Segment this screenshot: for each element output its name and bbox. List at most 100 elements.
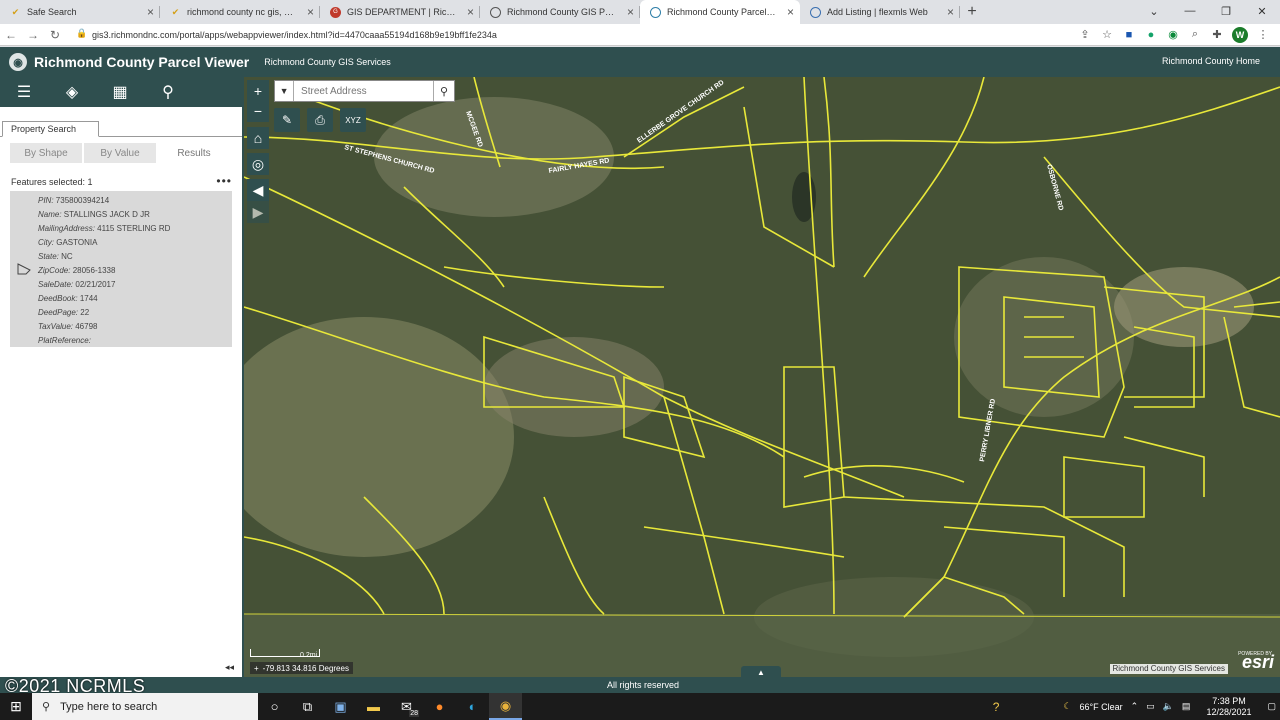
chrome-icon[interactable]: ◉ [489, 693, 522, 720]
coordinate-icon[interactable]: XYZ [340, 108, 366, 132]
tab-title: Safe Search [27, 7, 77, 17]
back-icon[interactable]: ← [0, 24, 22, 46]
address-bar[interactable]: gis3.richmondnc.com/portal/apps/webappvi… [72, 26, 1074, 44]
mail-icon[interactable]: ✉ 28 [390, 693, 423, 720]
restore-icon[interactable]: ❐ [1208, 0, 1244, 22]
language-icon[interactable]: ▤ [1178, 701, 1195, 712]
new-tab-button[interactable]: + [960, 0, 984, 24]
close-icon[interactable]: × [307, 5, 314, 19]
reload-icon[interactable]: ↻ [44, 24, 66, 46]
result-record[interactable]: PIN: 735800394214 Name: STALLINGS JACK D … [10, 191, 232, 347]
widget-toolbar: ☰ ◈ ▦ ⚲ [0, 77, 244, 107]
clock-time: 7:38 PM [1212, 695, 1246, 706]
print-icon[interactable]: ⎙ [307, 108, 333, 132]
close-icon[interactable]: × [947, 5, 954, 19]
profile-avatar[interactable]: W [1232, 26, 1248, 43]
close-icon[interactable]: × [627, 5, 634, 19]
chevron-up-icon[interactable]: ⌃ [1127, 701, 1143, 712]
weather-text[interactable]: 66°F Clear [1076, 702, 1127, 712]
browser-tab-flexmls[interactable]: Add Listing | flexmls Web × [800, 0, 960, 24]
result-field-value: 02/21/2017 [75, 280, 116, 289]
home-icon[interactable]: ⌂ [247, 127, 269, 149]
taskbar-search[interactable]: ⚲ Type here to search [32, 693, 258, 720]
back-extent-icon[interactable]: ◀ [247, 179, 269, 201]
close-window-icon[interactable]: ✕ [1244, 0, 1280, 22]
volume-icon[interactable]: 🔈 [1159, 701, 1178, 712]
features-selected-label: Features selected: 1 [11, 177, 93, 187]
firefox-icon[interactable]: ● [423, 693, 456, 720]
flexmls-icon [810, 6, 821, 18]
check-icon: ✔ [171, 6, 180, 17]
draw-icon[interactable]: ✎ [274, 108, 300, 132]
result-field-label: DeedBook: [38, 294, 78, 303]
menu-kebab-icon[interactable]: ⋮ [1252, 25, 1274, 45]
lens-icon[interactable]: ⌕ [1184, 25, 1206, 45]
store-icon[interactable]: ▣ [324, 693, 357, 720]
search-input[interactable] [294, 81, 434, 101]
search-icon[interactable]: ⚲ [144, 77, 192, 107]
norton-icon[interactable]: ◉ [1162, 25, 1184, 45]
help-icon[interactable]: ? [989, 700, 1060, 714]
notifications-icon[interactable]: ▢ [1263, 701, 1280, 712]
browser-tab-norton-search[interactable]: ✔ richmond county nc gis, Norton S... × [160, 0, 320, 24]
county-home-link[interactable]: Richmond County Home [1162, 56, 1260, 66]
basemap-grid-icon[interactable]: ▦ [96, 77, 144, 107]
tab-search-icon[interactable]: ⌄ [1136, 0, 1172, 22]
result-field-label: MailingAddress: [38, 224, 95, 233]
map-view[interactable]: ST STEPHENS CHURCH RD FAIRLY HAYES RD EL… [244, 77, 1280, 677]
grammarly-icon[interactable]: ● [1140, 25, 1162, 45]
result-field-value: STALLINGS JACK D JR [63, 210, 150, 219]
browser-tab-parcel-viewer[interactable]: Richmond County Parcel Viewer × [640, 0, 800, 24]
bookmark-star-icon[interactable]: ☆ [1096, 25, 1118, 45]
forward-icon[interactable]: → [22, 24, 44, 46]
result-field-label: DeedPage: [38, 308, 79, 317]
result-field-row: MailingAddress: 4115 STERLING RD [38, 222, 232, 236]
extension-icon[interactable]: ■ [1118, 25, 1140, 45]
more-options-icon[interactable]: ••• [216, 175, 232, 187]
browser-tab-gis-department[interactable]: G GIS DEPARTMENT | Richmond Cou... × [320, 0, 480, 24]
result-field-row: TaxValue: 46798 [38, 320, 232, 334]
edge-icon[interactable]: ◐ [456, 693, 489, 720]
puzzle-icon[interactable]: ✚ [1206, 25, 1228, 45]
share-icon[interactable]: ⇪ [1074, 25, 1096, 45]
tab-property-search[interactable]: Property Search [2, 121, 100, 137]
result-field-label: Name: [38, 210, 62, 219]
zoom-out-button[interactable]: − [247, 100, 269, 122]
expand-attribute-table-button[interactable]: ▲ [741, 666, 781, 677]
close-icon[interactable]: × [787, 5, 794, 19]
zoom-in-button[interactable]: + [247, 80, 269, 102]
collapse-panel-icon[interactable]: ◂◂ [225, 662, 234, 673]
browser-tab-gis-portal[interactable]: Richmond County GIS Portal × [480, 0, 640, 24]
cortana-icon[interactable]: ○ [258, 693, 291, 720]
file-explorer-icon[interactable]: ▬ [357, 693, 390, 720]
result-field-label: City: [38, 238, 54, 247]
coordinate-text: -79.813 34.816 Degrees [262, 663, 349, 673]
tab-results[interactable]: Results [158, 143, 230, 163]
windows-start-icon[interactable]: ⊞ [0, 693, 32, 720]
list-icon[interactable]: ☰ [0, 77, 48, 107]
taskbar-search-text: Type here to search [60, 700, 158, 713]
result-field-label: PlatReference: [38, 336, 91, 345]
esri-logo: esri [1241, 652, 1274, 672]
coordinate-readout: + -79.813 34.816 Degrees [250, 662, 353, 674]
result-field-row: DeedBook: 1744 [38, 292, 232, 306]
network-icon[interactable]: ▭ [1142, 701, 1159, 712]
close-icon[interactable]: × [467, 5, 474, 19]
minimize-icon[interactable]: — [1172, 0, 1208, 22]
task-view-icon[interactable]: ⧉ [291, 693, 324, 720]
search-icon[interactable]: ⚲ [433, 81, 454, 101]
tab-by-value[interactable]: By Value [84, 143, 156, 163]
browser-tab-safe-search[interactable]: ✔ Safe Search × [0, 0, 160, 24]
close-icon[interactable]: × [147, 5, 154, 19]
result-field-row: PlatReference: [38, 334, 232, 348]
forward-extent-icon[interactable]: ▶ [247, 201, 269, 223]
result-field-value: 735800394214 [55, 196, 110, 205]
aerial-parcel-map[interactable]: ST STEPHENS CHURCH RD FAIRLY HAYES RD EL… [244, 77, 1280, 677]
globe-icon [650, 6, 661, 18]
clock[interactable]: 7:38 PM 12/28/2021 [1194, 696, 1263, 718]
result-field-label: TaxValue: [38, 322, 73, 331]
chevron-down-icon[interactable]: ▼ [275, 81, 295, 101]
layers-icon[interactable]: ◈ [48, 77, 96, 107]
locate-icon[interactable]: ◎ [247, 153, 269, 175]
tab-by-shape[interactable]: By Shape [10, 143, 82, 163]
